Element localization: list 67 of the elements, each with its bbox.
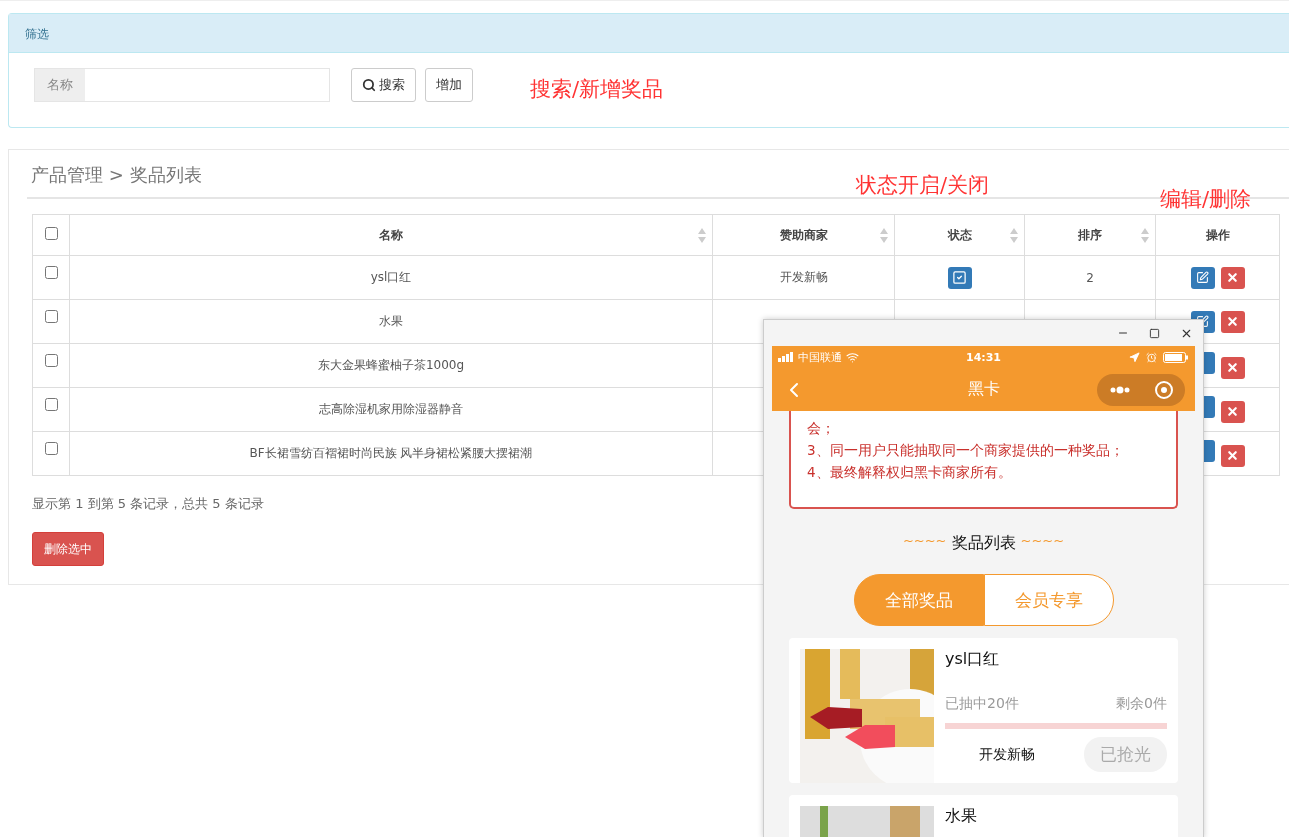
add-button[interactable]: 增加 [425, 68, 473, 102]
checked-status-button[interactable] [947, 266, 972, 289]
delete-selected-button[interactable]: 删除选中 [32, 532, 104, 566]
edit-icon [1196, 271, 1209, 284]
close-icon [1226, 449, 1239, 463]
row-checkbox[interactable] [44, 442, 58, 455]
delete-button[interactable] [1220, 310, 1245, 333]
clock-time: 14:31 [966, 350, 1001, 364]
more-icon[interactable] [1108, 385, 1131, 394]
search-icon [362, 78, 376, 92]
row-checkbox[interactable] [44, 310, 58, 323]
row-checkbox[interactable] [44, 266, 58, 279]
alarm-icon [1146, 351, 1157, 363]
close-target-icon[interactable] [1153, 379, 1174, 400]
maximize-icon[interactable] [1149, 327, 1160, 339]
carrier-name: 中国联通 [798, 349, 842, 365]
tilde-decoration: ~~~~ [902, 533, 947, 550]
remaining-count: 剩余0件 [1116, 695, 1167, 713]
edit-button[interactable] [1190, 266, 1215, 289]
table-cell: 志高除湿机家用除湿器静音 [69, 387, 713, 432]
delete-button[interactable] [1220, 400, 1245, 423]
sponsor-name: 开发新畅 [979, 745, 1035, 764]
location-icon [1129, 351, 1140, 363]
sort-icon [1010, 228, 1018, 243]
column-header[interactable]: 赞助商家 [712, 214, 895, 256]
delete-button[interactable] [1220, 356, 1245, 379]
search-button[interactable]: 搜索 [351, 68, 416, 102]
delete-button[interactable] [1220, 266, 1245, 289]
section-title: 奖品列表 [951, 533, 1016, 554]
row-checkbox[interactable] [44, 398, 58, 411]
close-icon [1226, 405, 1239, 419]
table-cell: 东大金果蜂蜜柚子茶1000g [69, 343, 713, 388]
column-header[interactable]: 状态 [894, 214, 1025, 256]
sort-icon [698, 228, 706, 243]
close-icon [1226, 271, 1239, 284]
signal-icon [778, 352, 794, 362]
wifi-icon [846, 350, 859, 364]
close-icon [1226, 361, 1239, 375]
annotation-note: 编辑/删除 [1160, 186, 1252, 213]
table-cell: BF长裙雪纺百褶裙时尚民族 风半身裙松紧腰大摆裙潮 [69, 431, 713, 476]
rule-text: 会； [807, 419, 836, 438]
table-cell: 2 [1086, 270, 1094, 285]
page-title: 黑卡 [967, 379, 1000, 400]
battery-icon [1163, 351, 1189, 363]
sort-icon [1141, 228, 1149, 243]
annotation-note: 状态开启/关闭 [856, 172, 990, 199]
checkbox-icon [952, 270, 967, 285]
close-icon [1226, 315, 1239, 328]
table-cell: 开发新畅 [779, 270, 828, 284]
panel-title: 筛选 [9, 14, 1289, 53]
table-cell: 水果 [69, 299, 713, 344]
rule-text: 3、同一用户只能抽取同一个商家提供的一种奖品； [807, 441, 1125, 460]
tilde-decoration: ~~~~ [1020, 533, 1065, 550]
table-cell: ysl口红 [69, 255, 713, 300]
prize-name: 水果 [945, 806, 978, 827]
select-all-checkbox[interactable] [44, 226, 58, 240]
column-header[interactable]: 名称 [69, 214, 713, 256]
column-header[interactable]: 操作 [1155, 214, 1280, 256]
delete-button[interactable] [1220, 444, 1245, 467]
column-header[interactable]: 排序 [1024, 214, 1156, 256]
sort-icon [880, 228, 888, 243]
record-summary: 显示第 1 到第 5 条记录，总共 5 条记录 [32, 495, 265, 513]
row-checkbox[interactable] [44, 354, 58, 367]
prize-name: ysl口红 [945, 649, 1001, 670]
drawn-count: 已抽中20件 [945, 695, 1019, 713]
rule-text: 4、最终解释权归黑卡商家所有。 [807, 463, 1013, 482]
annotation-note: 搜索/新增奖品 [530, 76, 664, 103]
